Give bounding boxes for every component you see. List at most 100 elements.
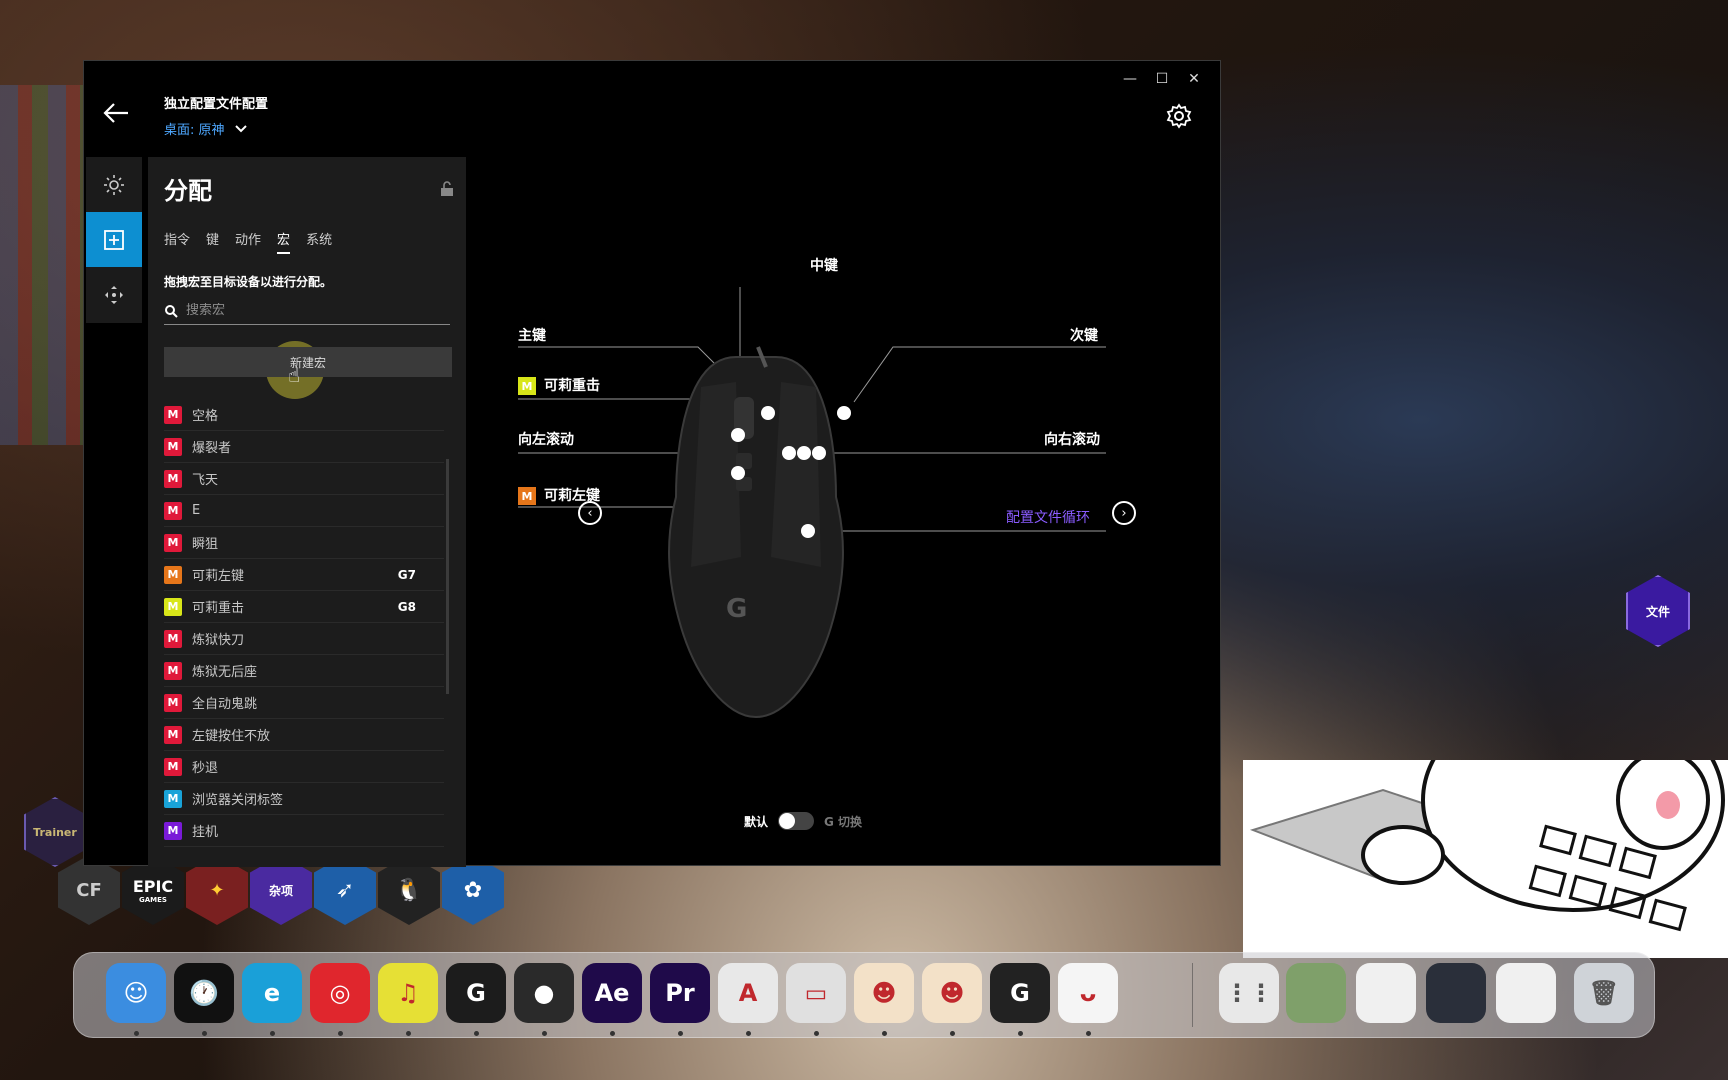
netease-music-icon[interactable]: ◎ — [310, 963, 370, 1023]
macro-list-item[interactable]: M 浏览器关闭标签 — [164, 783, 444, 815]
assignments-tab[interactable] — [86, 212, 142, 267]
macro-list-item[interactable]: M 飞天 — [164, 463, 444, 495]
macro-badge: M — [164, 789, 182, 808]
label-profile-cycle[interactable]: 配置文件循环 — [1006, 507, 1090, 527]
window-controls: — ☐ ✕ — [1114, 69, 1210, 89]
macro-name: 瞬狙 — [192, 537, 219, 552]
dock-separator — [1192, 963, 1193, 1027]
macro-badge-orange: M — [518, 487, 536, 505]
macro-list-item[interactable]: M 炼狱快刀 — [164, 623, 444, 655]
default-label: 默认 — [744, 814, 769, 829]
macro-list-item[interactable]: M 挂机 — [164, 815, 444, 847]
tab-system[interactable]: 系统 — [306, 229, 332, 254]
prev-arrow-icon[interactable]: ‹ — [578, 501, 602, 525]
macro-badge: M — [164, 757, 182, 776]
running-indicator — [610, 1031, 615, 1036]
bongo-cat-illustration — [1243, 688, 1728, 958]
search-input[interactable] — [186, 303, 426, 318]
macro-list-item[interactable]: M 秒退 — [164, 751, 444, 783]
macro-name: 爆裂者 — [192, 441, 232, 456]
gear-icon[interactable] — [1166, 103, 1192, 129]
macro-list-item[interactable]: M 全自动鬼跳 — [164, 687, 444, 719]
sun-icon — [104, 174, 124, 195]
tab-actions[interactable]: 动作 — [235, 229, 261, 254]
close-button[interactable]: ✕ — [1178, 69, 1210, 89]
macro-badge: M — [164, 821, 182, 840]
svg-text:G: G — [726, 594, 747, 624]
macro-badge: M — [164, 629, 182, 648]
label-secondary-button[interactable]: 次键 — [1070, 325, 1098, 345]
macro-badge: M — [164, 693, 182, 712]
running-indicator — [270, 1031, 275, 1036]
qq-music-icon[interactable]: ♫ — [378, 963, 438, 1023]
minimize-button[interactable]: — — [1114, 69, 1146, 89]
back-arrow-icon[interactable] — [102, 101, 130, 125]
autocad-icon[interactable]: A — [718, 963, 778, 1023]
tab-keys[interactable]: 键 — [206, 229, 219, 254]
macro-badge: M — [164, 565, 182, 584]
game-icon[interactable]: G — [446, 963, 506, 1023]
running-indicator — [814, 1031, 819, 1036]
sensitivity-tab[interactable] — [86, 267, 142, 322]
trash-icon[interactable]: 🗑 — [1574, 963, 1634, 1023]
macro-badge: M — [164, 533, 182, 552]
desktop-icons-column[interactable] — [0, 85, 85, 445]
gshift-toggle[interactable] — [778, 812, 815, 830]
macro-list-item[interactable]: ME — [164, 495, 444, 527]
tab-macros[interactable]: 宏 — [277, 229, 291, 254]
tab-commands[interactable]: 指令 — [164, 229, 190, 254]
macro-list-scrollbar[interactable] — [446, 459, 449, 694]
macro-list-item[interactable]: M 爆裂者 — [164, 431, 444, 463]
macro-name: 可莉左键 — [192, 569, 245, 584]
macro-badge: M — [164, 437, 182, 456]
macro-list-item[interactable]: M 左键按住不放 — [164, 719, 444, 751]
macro-list-item[interactable]: M 可莉左键 G7 — [164, 559, 444, 591]
window-preview-4[interactable] — [1496, 963, 1556, 1023]
lighting-tab[interactable] — [86, 157, 142, 212]
macro-name: E — [192, 503, 201, 518]
maximize-button[interactable]: ☐ — [1146, 69, 1178, 89]
macro-badge-yellow: M — [518, 377, 536, 395]
clock-icon[interactable]: 🕐 — [174, 963, 234, 1023]
dpi-arrows-icon — [105, 285, 123, 304]
window-preview-1[interactable] — [1286, 963, 1346, 1023]
panel-title: 分配 — [164, 177, 212, 205]
launchpad-icon[interactable]: ⋮⋮ — [1219, 963, 1279, 1023]
macro-name: 可莉重击 — [192, 601, 245, 616]
premiere-icon[interactable]: Pr — [650, 963, 710, 1023]
ghub-window: — ☐ ✕ 独立配置文件配置 桌面: 原神 分配 指令 键 动作 宏 系统 拖拽… — [83, 60, 1222, 867]
window-preview-2[interactable] — [1356, 963, 1416, 1023]
edge-icon[interactable]: e — [242, 963, 302, 1023]
anime-app-icon-2[interactable]: ☻ — [922, 963, 982, 1023]
record-icon[interactable]: ● — [514, 963, 574, 1023]
macro-search — [164, 297, 450, 325]
running-indicator — [202, 1031, 207, 1036]
bongo-cat-icon[interactable]: ᴗ — [1058, 963, 1118, 1023]
macro-list-item[interactable]: M 炼狱无后座 — [164, 655, 444, 687]
logitech-g-icon[interactable]: G — [990, 963, 1050, 1023]
label-middle-button[interactable]: 中键 — [810, 255, 838, 275]
running-indicator — [134, 1031, 139, 1036]
macro-name: 炼狱快刀 — [192, 633, 245, 648]
window-preview-3[interactable] — [1426, 963, 1486, 1023]
label-g8-button[interactable]: M 可莉重击 — [518, 375, 600, 395]
mouse-assign-area: G 中键 主键 次键 M可莉重击 向左滚动 向右滚动 M可莉左键 配置文件循 — [466, 157, 1222, 867]
label-primary-button[interactable]: 主键 — [518, 325, 546, 345]
label-scroll-left[interactable]: 向左滚动 — [518, 429, 574, 449]
macro-list-item[interactable]: M 瞬狙 — [164, 527, 444, 559]
unlock-icon[interactable] — [440, 181, 454, 197]
profile-title: 独立配置文件配置 — [164, 97, 269, 112]
label-scroll-right[interactable]: 向右滚动 — [1044, 429, 1100, 449]
hand-cursor-icon: ☝ — [288, 363, 301, 387]
profile-name: 桌面: 原神 — [164, 123, 225, 138]
anime-app-icon-1[interactable]: ☻ — [854, 963, 914, 1023]
macro-list-item[interactable]: M 空格 — [164, 399, 444, 431]
new-macro-button[interactable]: 新建宏 — [164, 347, 452, 377]
macro-list-item[interactable]: M 可莉重击 G8 — [164, 591, 444, 623]
finder-icon[interactable]: ☺ — [106, 963, 166, 1023]
next-arrow-icon[interactable]: › — [1112, 501, 1136, 525]
running-indicator — [1086, 1031, 1091, 1036]
window-icon[interactable]: ▭ — [786, 963, 846, 1023]
profile-selector[interactable]: 桌面: 原神 — [164, 119, 247, 138]
after-effects-icon[interactable]: Ae — [582, 963, 642, 1023]
